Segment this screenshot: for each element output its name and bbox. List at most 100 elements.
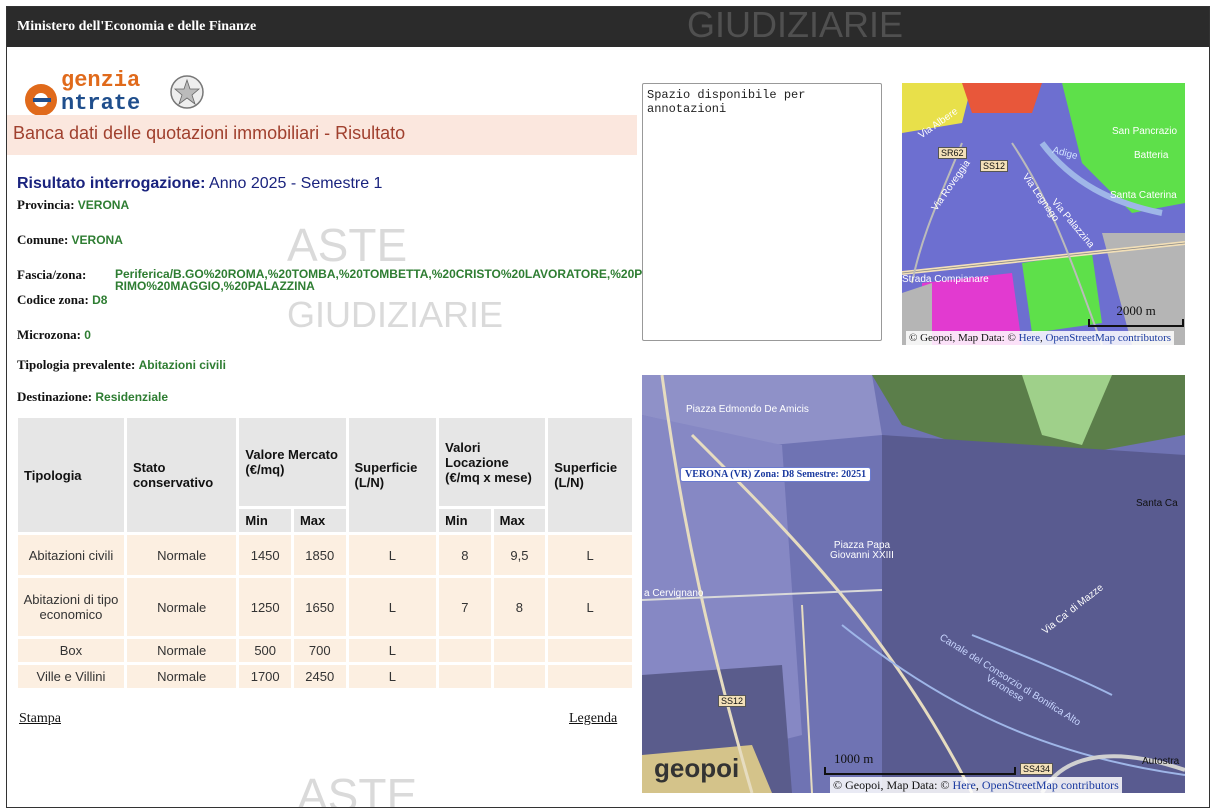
watermark-aste: ASTE <box>287 219 408 271</box>
agenzia-entrate-logo: genzia ntrate <box>19 62 209 122</box>
watermark-aste-bottom: ASTE <box>297 769 418 808</box>
page-frame: Ministero dell'Economia e delle Finanze … <box>6 6 1210 808</box>
cell-sup2: L <box>548 535 632 575</box>
legenda-link[interactable]: Legenda <box>569 711 617 727</box>
codice-label: Codice zona: <box>17 292 89 307</box>
cell-lmin <box>439 665 491 688</box>
label-piazza-edmondo: Piazza Edmondo De Amicis <box>686 404 809 415</box>
comune-field: Comune: VERONA <box>17 232 123 248</box>
th-loc-min: Min <box>439 509 491 532</box>
microzona-label: Microzona: <box>17 327 82 342</box>
table-row: Ville e Villini Normale 1700 2450 L <box>18 665 632 688</box>
cell-tipologia: Abitazioni di tipo economico <box>18 578 124 636</box>
comune-label: Comune: <box>17 232 69 247</box>
annotations-textarea[interactable]: Spazio disponibile per annotazioni <box>642 83 882 341</box>
label-santa-ca: Santa Ca <box>1136 498 1178 509</box>
cell-sup: L <box>348 639 437 662</box>
cell-lmin: 7 <box>439 578 491 636</box>
tipologia-value: Abitazioni civili <box>138 358 226 372</box>
fascia-value: Periferica/B.GO%20ROMA,%20TOMBA,%20TOMBE… <box>115 267 643 293</box>
cell-tipologia: Abitazioni civili <box>18 535 124 575</box>
scale-bar-icon <box>1088 319 1184 327</box>
cell-vmin: 1700 <box>239 665 291 688</box>
th-valore: Valore Mercato (€/mq) <box>239 418 346 506</box>
attribution-osm-link[interactable]: OpenStreetMap contributors <box>1045 332 1171 344</box>
page-title: Banca dati delle quotazioni immobiliari … <box>13 123 406 143</box>
fascia-field: Fascia/zona: <box>17 267 86 283</box>
small-map-scale-label: 2000 m <box>1116 303 1156 318</box>
attribution-osm-link[interactable]: OpenStreetMap contributors <box>982 778 1119 792</box>
attribution-here-link[interactable]: Here <box>953 778 976 792</box>
cell-vmin: 1250 <box>239 578 291 636</box>
cell-lmax: 9,5 <box>493 535 546 575</box>
result-title: Risultato interrogazione: Anno 2025 - Se… <box>17 175 382 193</box>
small-map-attribution: © Geopoi, Map Data: © Here, OpenStreetMa… <box>906 331 1175 345</box>
cell-sup: L <box>348 578 437 636</box>
cell-vmax: 700 <box>293 639 346 662</box>
destinazione-value: Residenziale <box>95 390 169 404</box>
stampa-link[interactable]: Stampa <box>19 711 61 727</box>
destinazione-field: Destinazione: Residenziale <box>17 389 168 405</box>
cell-vmax: 1650 <box>293 578 346 636</box>
label-san-pancrazio: San Pancrazio <box>1112 126 1178 137</box>
logo-line1: genzia <box>61 68 140 93</box>
quotazioni-table: Tipologia Stato conservativo Valore Merc… <box>15 415 635 691</box>
th-superficie: Superficie (L/N) <box>348 418 437 532</box>
th-locazione: Valori Locazione (€/mq x mese) <box>439 418 546 506</box>
label-batteria: Batteria <box>1134 150 1169 161</box>
cell-sup: L <box>348 535 437 575</box>
cell-lmin: 8 <box>439 535 491 575</box>
provincia-field: Provincia: VERONA <box>17 197 129 213</box>
small-map-scale: 2000 m <box>1088 303 1184 327</box>
watermark-giudiziarie: GIUDIZIARIE <box>287 294 504 335</box>
label-piazza-papa: Piazza Papa Giovanni XXIII <box>830 540 894 561</box>
badge-ss434: SS434 <box>1020 763 1054 775</box>
provincia-value: VERONA <box>77 198 130 212</box>
table-row: Abitazioni civili Normale 1450 1850 L 8 … <box>18 535 632 575</box>
emblem-icon <box>170 75 204 109</box>
codice-field: Codice zona: D8 <box>17 292 107 308</box>
ministry-title: Ministero dell'Economia e delle Finanze <box>17 19 257 34</box>
codice-value: D8 <box>92 293 108 307</box>
cell-lmax <box>493 639 546 662</box>
microzona-field: Microzona: 0 <box>17 327 91 343</box>
badge-ss12: SS12 <box>980 160 1009 172</box>
comune-value: VERONA <box>71 233 123 247</box>
table-row: Box Normale 500 700 L <box>18 639 632 662</box>
logo-line2: ntrate <box>61 91 140 116</box>
cell-stato: Normale <box>126 535 237 575</box>
badge-ss12: SS12 <box>718 695 747 707</box>
th-stato: Stato conservativo <box>126 418 237 532</box>
cell-sup2: L <box>548 578 632 636</box>
tipologia-field: Tipologia prevalente: Abitazioni civili <box>17 357 226 373</box>
cell-sup2 <box>548 665 632 688</box>
large-map-attribution: © Geopoi, Map Data: © Here, OpenStreetMa… <box>830 777 1122 793</box>
scale-bar-icon <box>824 767 1016 775</box>
zone-label: VERONA (VR) Zona: D8 Semestre: 20251 <box>680 467 872 482</box>
th-loc-max: Max <box>493 509 546 532</box>
small-map[interactable]: San Pancrazio Batteria Santa Caterina St… <box>902 83 1185 345</box>
label-strada-compianare: Strada Compianare <box>902 274 989 285</box>
badge-sr62: SR62 <box>938 147 967 159</box>
label-santa-caterina: Santa Caterina <box>1110 190 1177 201</box>
cell-lmax: 8 <box>493 578 546 636</box>
cell-stato: Normale <box>126 578 237 636</box>
attribution-prefix: © Geopoi, Map Data: © <box>909 332 1019 344</box>
microzona-value: 0 <box>84 328 91 342</box>
cell-stato: Normale <box>126 639 237 662</box>
label-autostrada: Autostra <box>1142 756 1180 767</box>
result-title-label: Risultato interrogazione: <box>17 175 206 192</box>
attribution-prefix: © Geopoi, Map Data: © <box>833 778 953 792</box>
cell-sup2 <box>548 639 632 662</box>
cell-tipologia: Ville e Villini <box>18 665 124 688</box>
large-map-scale: 1000 m <box>824 751 1016 775</box>
large-map-scale-label: 1000 m <box>834 751 874 766</box>
cell-stato: Normale <box>126 665 237 688</box>
large-map[interactable]: Piazza Edmondo De Amicis Piazza Papa Gio… <box>642 375 1185 793</box>
cell-tipologia: Box <box>18 639 124 662</box>
fascia-label: Fascia/zona: <box>17 267 87 282</box>
geopoi-brand: geopoi <box>654 753 740 783</box>
attribution-here-link[interactable]: Here <box>1019 332 1040 344</box>
cell-vmin: 500 <box>239 639 291 662</box>
cell-vmax: 2450 <box>293 665 346 688</box>
